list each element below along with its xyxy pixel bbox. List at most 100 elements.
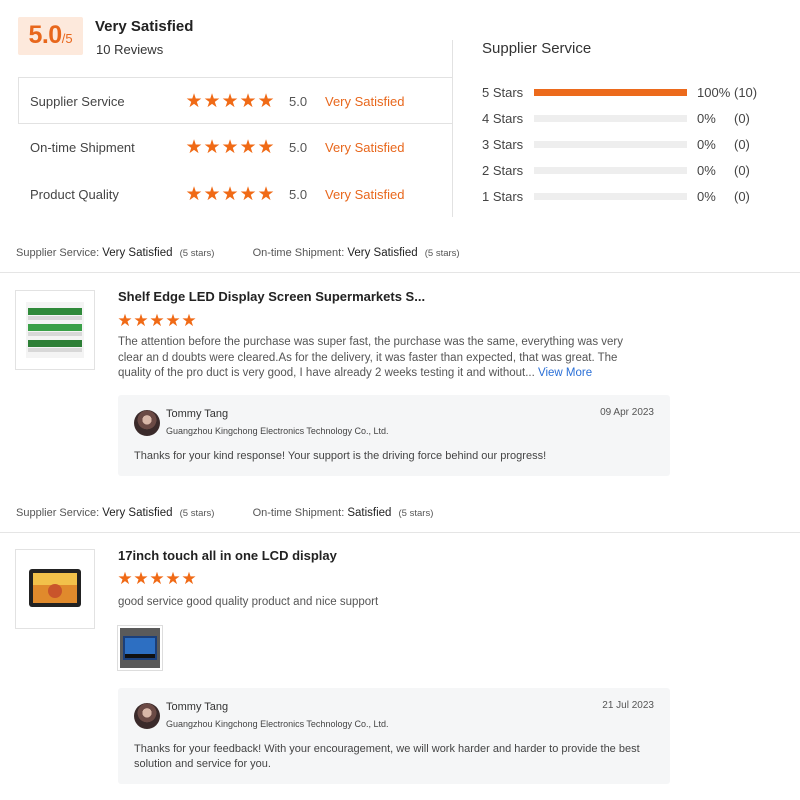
overall-score-badge: 5.0 /5 <box>18 17 83 55</box>
product-title[interactable]: Shelf Edge LED Display Screen Supermarke… <box>118 289 425 304</box>
supplier-service-label: Supplier Service: <box>16 247 100 259</box>
metric-rating-text: Very Satisfied <box>325 93 405 109</box>
supplier-service-stars: (5 stars) <box>179 248 215 259</box>
star-icon: ★ <box>203 90 221 112</box>
star-icon: ★ <box>257 136 275 158</box>
distribution-label: 3 Stars <box>482 136 524 152</box>
overall-rating-label: Very Satisfied <box>95 18 194 35</box>
distribution-percent: 100% <box>697 84 731 100</box>
review-text: The attention before the purchase was su… <box>118 335 643 382</box>
avatar <box>134 703 160 729</box>
distribution-bar-fill <box>534 88 687 96</box>
supplier-service-value: Very Satisfied <box>102 507 173 519</box>
star-icon: ★ <box>133 311 149 330</box>
star-icon: ★ <box>165 311 181 330</box>
distribution-bar <box>534 192 687 200</box>
distribution-count: (0) <box>734 136 750 152</box>
divider <box>18 123 452 124</box>
distribution-percent: 0% <box>697 188 716 204</box>
distribution-row-2[interactable]: 2 Stars 0% (0) <box>482 162 782 178</box>
product-title[interactable]: 17inch touch all in one LCD display <box>118 548 337 563</box>
review-sub-ratings: Supplier Service: Very Satisfied (5 star… <box>16 507 433 519</box>
reply-author: Tommy Tang <box>166 701 229 713</box>
star-icon: ★ <box>257 90 275 112</box>
star-icon: ★ <box>239 136 257 158</box>
review-count: 10 Reviews <box>96 42 164 57</box>
star-icon: ★ <box>117 311 133 330</box>
metric-score: 5.0 <box>289 186 308 202</box>
reply-date: 09 Apr 2023 <box>600 407 654 418</box>
reply-company: Guangzhou Kingchong Electronics Technolo… <box>166 719 389 729</box>
distribution-count: (0) <box>734 162 750 178</box>
product-thumbnail[interactable] <box>15 290 95 370</box>
panel-divider <box>452 40 453 217</box>
star-icon: ★ <box>221 90 239 112</box>
distribution-row-3[interactable]: 3 Stars 0% (0) <box>482 136 782 152</box>
review-body: good service good quality product and ni… <box>118 596 379 608</box>
distribution-label: 1 Stars <box>482 188 524 204</box>
star-icon: ★ <box>181 569 197 588</box>
metric-stars: ★ ★ ★ ★ ★ <box>185 183 289 205</box>
distribution-label: 5 Stars <box>482 84 524 100</box>
supplier-service-stars: (5 stars) <box>179 508 215 519</box>
distribution-bar <box>534 114 687 122</box>
distribution-label: 4 Stars <box>482 110 524 126</box>
shipment-label: On-time Shipment: <box>252 247 345 259</box>
star-icon: ★ <box>133 569 149 588</box>
metric-row-on-time-shipment[interactable]: On-time Shipment ★ ★ ★ ★ ★ 5.0 Very Satisfie… <box>30 137 450 157</box>
supplier-service-value: Very Satisfied <box>102 247 173 259</box>
shipment-value: Satisfied <box>347 507 392 519</box>
review-stars: ★ ★ ★ ★ ★ <box>117 569 197 588</box>
supplier-service-label: Supplier Service: <box>16 507 100 519</box>
shipment-label: On-time Shipment: <box>252 507 345 519</box>
overall-score-suffix: /5 <box>61 31 73 46</box>
review-photo[interactable] <box>117 625 163 671</box>
star-icon: ★ <box>185 90 203 112</box>
distribution-bar <box>534 140 687 148</box>
distribution-row-4[interactable]: 4 Stars 0% (0) <box>482 110 782 126</box>
shipment-stars: (5 stars) <box>424 248 460 259</box>
metric-rating-text: Very Satisfied <box>325 139 405 155</box>
product-image <box>29 569 81 607</box>
distribution-count: (10) <box>734 84 758 100</box>
star-icon: ★ <box>149 311 165 330</box>
metric-stars: ★ ★ ★ ★ ★ <box>185 136 289 158</box>
star-icon: ★ <box>165 569 181 588</box>
divider <box>0 272 800 273</box>
distribution-row-5[interactable]: 5 Stars 100% (10) <box>482 84 782 100</box>
supplier-reply: Tommy Tang Guangzhou Kingchong Electroni… <box>118 688 670 784</box>
review-photo-image <box>120 628 160 668</box>
metric-label: Product Quality <box>30 186 119 202</box>
metric-stars: ★ ★ ★ ★ ★ <box>185 90 289 112</box>
supplier-reply: Tommy Tang Guangzhou Kingchong Electroni… <box>118 395 670 476</box>
avatar <box>134 410 160 436</box>
shipment-stars: (5 stars) <box>398 508 434 519</box>
reply-text: Thanks for your feedback! With your enco… <box>134 743 640 770</box>
metric-row-product-quality[interactable]: Product Quality ★ ★ ★ ★ ★ 5.0 Very Satisfied <box>30 184 450 204</box>
distribution-percent: 0% <box>697 110 716 126</box>
star-icon: ★ <box>239 90 257 112</box>
metric-score: 5.0 <box>289 93 308 109</box>
overall-score: 5.0 <box>28 21 62 49</box>
distribution-label: 2 Stars <box>482 162 524 178</box>
metric-label: Supplier Service <box>30 93 125 109</box>
view-more-link[interactable]: View More <box>538 367 592 379</box>
review-text: good service good quality product and ni… <box>118 595 643 611</box>
star-icon: ★ <box>185 183 203 205</box>
distribution-bar <box>534 88 687 96</box>
distribution-count: (0) <box>734 188 750 204</box>
product-thumbnail[interactable] <box>15 549 95 629</box>
star-icon: ★ <box>149 569 165 588</box>
star-icon: ★ <box>221 183 239 205</box>
metric-rating-text: Very Satisfied <box>325 186 405 202</box>
review-sub-ratings: Supplier Service: Very Satisfied (5 star… <box>16 247 460 259</box>
distribution-title: Supplier Service <box>482 40 592 57</box>
reply-author: Tommy Tang <box>166 408 229 420</box>
distribution-row-1[interactable]: 1 Stars 0% (0) <box>482 188 782 204</box>
metric-label: On-time Shipment <box>30 139 135 155</box>
distribution-percent: 0% <box>697 136 716 152</box>
star-icon: ★ <box>117 569 133 588</box>
metric-row-supplier-service[interactable]: Supplier Service ★ ★ ★ ★ ★ 5.0 Very Satisfie… <box>30 91 450 111</box>
distribution-bar <box>534 166 687 174</box>
distribution-count: (0) <box>734 110 750 126</box>
